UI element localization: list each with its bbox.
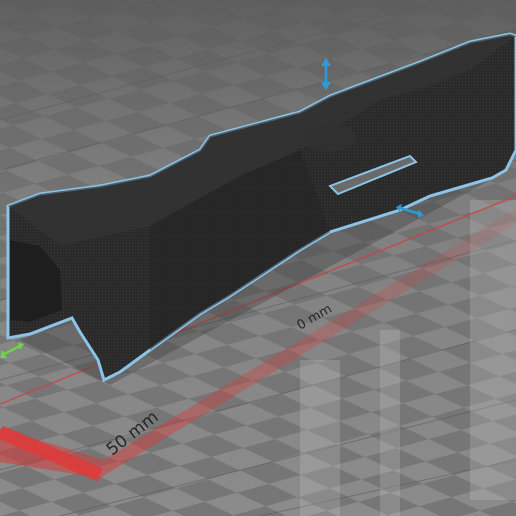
scene-canvas[interactable]: 50 mm 0 mm (0, 0, 516, 516)
3d-viewport[interactable]: 50 mm 0 mm (0, 0, 516, 516)
model-cylinder (304, 124, 356, 152)
